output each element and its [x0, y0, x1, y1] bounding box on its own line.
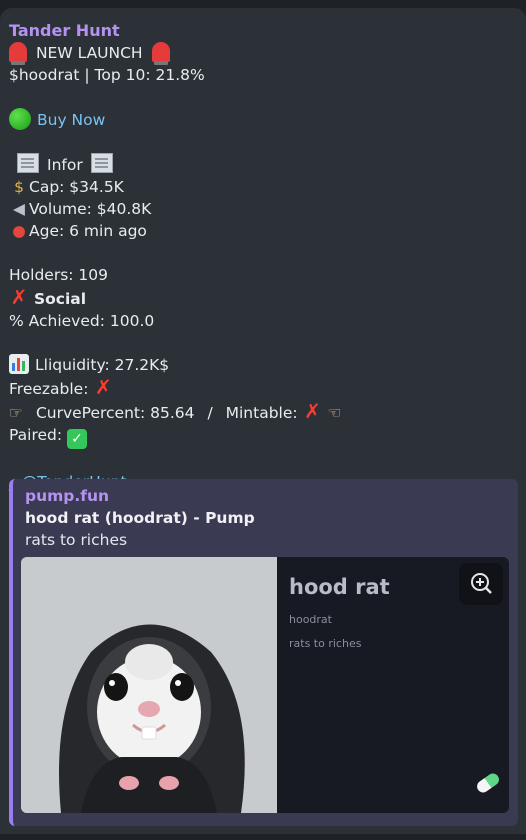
- pill-icon: [474, 771, 502, 795]
- paired-line: Paired: ✓: [9, 424, 517, 449]
- achieved-line: % Achieved: 100.0: [9, 312, 155, 330]
- sender-name[interactable]: Tander Hunt: [9, 20, 517, 42]
- rat-photo: [21, 557, 277, 813]
- bar-chart-icon: [9, 354, 29, 374]
- zoom-in-button[interactable]: [459, 563, 503, 605]
- info-header: Infor: [9, 153, 517, 176]
- zoom-in-icon: [471, 573, 492, 594]
- newspaper-icon: [90, 153, 113, 173]
- buy-line: Buy Now: [9, 108, 517, 131]
- preview-description: rats to riches: [25, 531, 128, 549]
- freezable-text: Freezable:: [9, 380, 89, 398]
- police-light-icon: [151, 42, 170, 65]
- money-bag-icon: $: [14, 178, 24, 196]
- pointing-hand-icon: ☜: [327, 404, 342, 422]
- social-line: ✗ Social: [9, 286, 517, 310]
- headline-line: NEW LAUNCH: [9, 42, 517, 65]
- age-line: ● Age: 6 min ago: [9, 220, 517, 242]
- volume-line: ◀ Volume: $40.8K: [9, 198, 517, 220]
- paired-text: Paired:: [9, 426, 63, 444]
- newspaper-icon: [17, 153, 39, 173]
- rat-in-hoodie-image: [21, 557, 277, 813]
- green-circle-icon: [9, 108, 31, 130]
- card-token-name: hood rat: [289, 575, 390, 599]
- check-mark-icon: ✓: [67, 429, 88, 449]
- curve-line: ☞ CurvePercent: 85.64 / Mintable: ✗ ☜: [9, 400, 517, 424]
- ticker-line: $hoodrat | Top 10: 21.8%: [9, 66, 205, 84]
- cross-mark-icon: ✗: [10, 285, 28, 309]
- headline-text: NEW LAUNCH: [35, 44, 143, 62]
- pushpin-icon: ●: [12, 222, 26, 240]
- mintable-text: Mintable:: [225, 404, 298, 422]
- cap-line: $ Cap: $34.5K: [9, 176, 517, 198]
- age-text: Age: 6 min ago: [29, 222, 147, 240]
- speaker-icon: ◀: [13, 200, 25, 218]
- pointing-hand-icon: ☞: [9, 404, 23, 422]
- cross-mark-icon: ✗: [304, 399, 321, 423]
- liquidity-text: Lliquidity: 27.2K$: [35, 356, 170, 374]
- freezable-line: Freezable: ✗: [9, 376, 517, 400]
- preview-title: hood rat (hoodrat) - Pump: [25, 509, 255, 527]
- cap-text: Cap: $34.5K: [29, 178, 124, 196]
- social-text: Social: [33, 290, 87, 308]
- holders-line: Holders: 109: [9, 266, 109, 284]
- volume-text: Volume: $40.8K: [29, 200, 152, 218]
- liquidity-line: Lliquidity: 27.2K$: [9, 354, 517, 376]
- curve-text: CurvePercent: 85.64: [35, 404, 195, 422]
- buy-now-link[interactable]: Buy Now: [37, 111, 105, 129]
- separator: /: [207, 404, 213, 422]
- info-label: Infor: [47, 156, 83, 174]
- card-token-ticker: hoodrat: [289, 613, 332, 626]
- preview-image[interactable]: hood rat hoodrat rats to riches: [21, 557, 509, 813]
- link-preview[interactable]: pump.fun hood rat (hoodrat) - Pump rats …: [9, 479, 518, 826]
- police-light-icon: [9, 42, 27, 65]
- card-token-description: rats to riches: [289, 637, 362, 650]
- preview-site-name: pump.fun: [25, 487, 110, 505]
- cross-mark-icon: ✗: [94, 375, 112, 399]
